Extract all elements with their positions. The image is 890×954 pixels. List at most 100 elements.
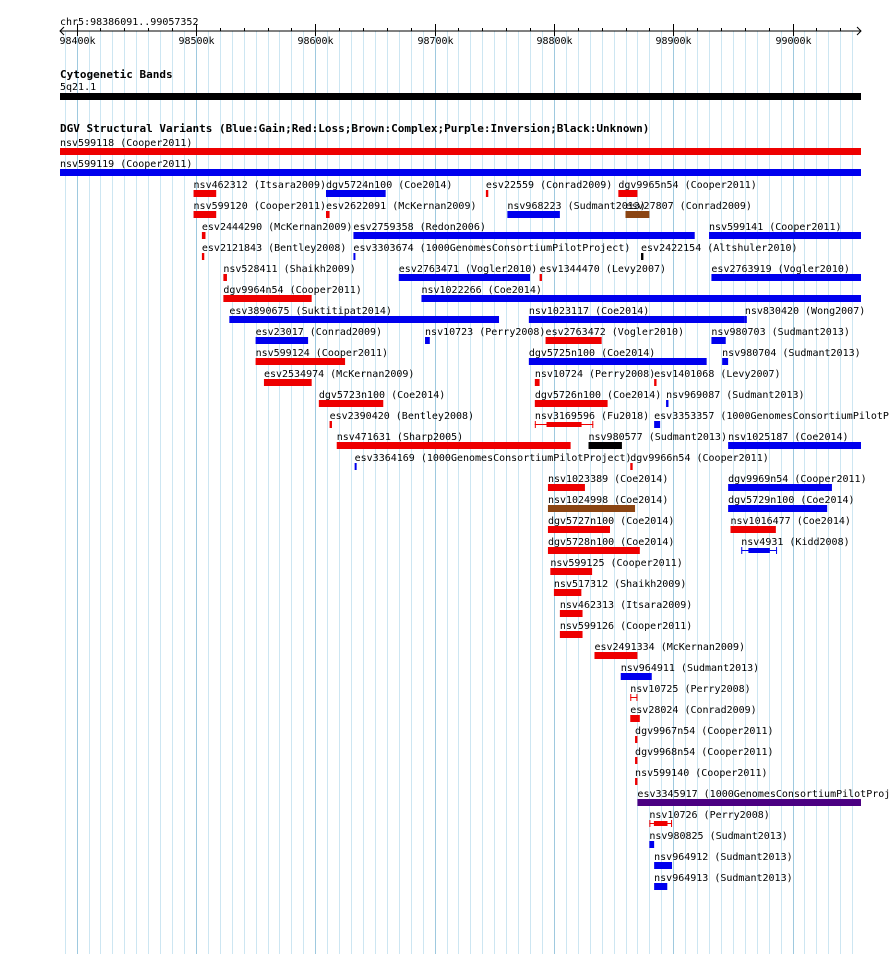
variant-bar [635, 778, 638, 785]
variant-feature[interactable]: nsv599140 (Cooper2011) [635, 768, 768, 785]
variant-label: nsv980577 (Sudmant2013) [589, 432, 727, 443]
variant-bar [539, 274, 542, 281]
variant-feature[interactable]: nsv1023389 (Coe2014) [547, 474, 668, 491]
variant-feature[interactable]: dgv9965n54 (Cooper2011) [618, 180, 757, 197]
variant-feature[interactable]: nsv4931 (Kidd2008) [741, 537, 850, 554]
variant-feature[interactable]: nsv10725 (Perry2008) [630, 684, 751, 701]
variant-feature[interactable]: nsv599118 (Cooper2011) [60, 138, 861, 155]
variant-feature[interactable]: esv2763919 (Vogler2010) [711, 264, 861, 281]
variant-bar [425, 337, 430, 344]
variant-feature[interactable]: nsv1025187 (Coe2014) [728, 432, 861, 449]
variant-feature[interactable]: nsv10723 (Perry2008) [425, 327, 545, 344]
variant-feature[interactable]: esv3303674 (1000GenomesConsortiumPilotPr… [353, 243, 630, 260]
variant-feature[interactable]: dgv5724n100 (Coe2014) [325, 180, 452, 197]
ruler-tick-label: 98800k [536, 36, 572, 47]
cytoband-bar[interactable] [60, 93, 861, 100]
variant-feature[interactable]: nsv599124 (Cooper2011) [255, 348, 388, 365]
variant-label: nsv1024998 (Coe2014) [548, 495, 668, 506]
variant-label: nsv517312 (Shaikh2009) [554, 579, 686, 590]
variant-bar [649, 841, 655, 848]
variant-feature[interactable]: esv3353357 (1000GenomesConsortiumPilotPr… [654, 411, 890, 428]
variant-bar [637, 799, 861, 806]
variant-feature[interactable]: esv3345917 (1000GenomesConsortiumPilotPr… [637, 789, 890, 806]
variant-feature[interactable]: nsv599125 (Cooper2011) [550, 558, 683, 575]
variant-feature[interactable]: esv2444290 (McKernan2009) [201, 222, 353, 239]
variant-bar [60, 148, 861, 155]
variant-label: esv2534974 (McKernan2009) [264, 369, 415, 380]
variant-bar [485, 190, 489, 197]
variant-feature[interactable]: nsv1023117 (Coe2014) [528, 306, 745, 323]
variant-label: esv1401068 (Levy2007) [654, 369, 780, 380]
variant-bar [193, 190, 217, 197]
variant-label: esv2422154 (Altshuler2010) [641, 243, 798, 254]
variant-bar [201, 232, 206, 239]
variant-label: dgv9967n54 (Cooper2011) [635, 726, 773, 737]
variant-bar [588, 442, 622, 449]
variant-feature[interactable]: dgv9967n54 (Cooper2011) [635, 726, 774, 743]
variant-label: dgv9965n54 (Cooper2011) [618, 180, 756, 191]
variant-feature[interactable]: nsv599119 (Cooper2011) [60, 159, 861, 176]
variant-feature[interactable]: esv2759358 (Redon2006) [353, 222, 695, 239]
variant-feature[interactable]: nsv1022266 (Coe2014) [421, 285, 861, 302]
variant-label: nsv10726 (Perry2008) [649, 810, 769, 821]
variant-feature[interactable]: nsv1024998 (Coe2014) [547, 495, 668, 512]
variant-feature[interactable]: dgv5728n100 (Coe2014) [547, 537, 674, 554]
variant-feature[interactable]: esv22559 (Conrad2009) [485, 180, 612, 197]
variant-feature[interactable]: esv2763471 (Vogler2010) [398, 264, 537, 281]
variant-label: esv2622091 (McKernan2009) [326, 201, 477, 212]
variant-feature[interactable]: nsv462312 (Itsara2009) [193, 180, 326, 197]
variant-feature[interactable]: nsv980577 (Sudmant2013) [588, 432, 727, 449]
variant-feature[interactable]: nsv517312 (Shaikh2009) [553, 579, 686, 596]
variant-feature[interactable]: dgv5727n100 (Coe2014) [547, 516, 674, 533]
ruler-tick-label: 98500k [178, 36, 214, 47]
variant-label: nsv980703 (Sudmant2013) [711, 327, 849, 338]
variant-feature[interactable]: dgv5726n100 (Coe2014) [534, 390, 661, 407]
variant-feature[interactable]: esv2491334 (McKernan2009) [594, 642, 745, 659]
variant-feature[interactable]: nsv980703 (Sudmant2013) [711, 327, 850, 344]
variant-feature[interactable]: dgv9969n54 (Cooper2011) [728, 474, 867, 491]
variant-feature[interactable]: nsv599120 (Cooper2011) [193, 201, 326, 218]
variant-bar [730, 526, 776, 533]
variant-feature[interactable]: dgv9966n54 (Cooper2011) [630, 453, 769, 470]
variant-feature[interactable]: nsv1016477 (Coe2014) [730, 516, 851, 533]
variant-feature[interactable]: nsv528411 (Shaikh2009) [223, 264, 356, 281]
ruler-tick-label: 99000k [775, 36, 811, 47]
variant-feature[interactable]: nsv980825 (Sudmant2013) [649, 831, 788, 848]
variant-bar [421, 295, 861, 302]
variant-feature[interactable]: esv27807 (Conrad2009) [625, 201, 752, 218]
variant-feature[interactable]: nsv3169596 (Fu2018) [534, 411, 649, 428]
variant-bar [229, 316, 500, 323]
variant-feature[interactable]: dgv5729n100 (Coe2014) [728, 495, 855, 512]
variant-feature[interactable]: nsv599141 (Cooper2011) [709, 222, 861, 239]
variant-feature[interactable]: esv2422154 (Altshuler2010) [641, 243, 798, 260]
variant-feature[interactable]: dgv5725n100 (Coe2014) [528, 348, 707, 365]
variant-bar [641, 253, 644, 260]
variant-feature[interactable]: nsv471631 (Sharp2005) [336, 432, 571, 449]
variant-feature[interactable]: esv2121843 (Bentley2008) [201, 243, 347, 260]
variant-bar [60, 169, 861, 176]
variant-feature[interactable]: dgv9964n54 (Cooper2011) [223, 285, 362, 302]
variant-feature[interactable]: nsv964912 (Sudmant2013) [654, 852, 793, 869]
variant-feature[interactable]: nsv830420 (Wong2007) [744, 306, 865, 323]
variant-bar [728, 505, 828, 512]
variant-core-bar [546, 422, 582, 427]
variant-label: nsv599140 (Cooper2011) [635, 768, 767, 779]
variant-bar [654, 379, 657, 386]
variant-bar [711, 274, 861, 281]
variant-bar [353, 232, 695, 239]
variant-feature[interactable]: dgv5723n100 (Coe2014) [318, 390, 445, 407]
variant-bar [325, 211, 330, 218]
variant-feature[interactable]: nsv969087 (Sudmant2013) [666, 390, 805, 407]
variant-label: esv2763472 (Vogler2010) [546, 327, 684, 338]
variant-label: nsv599120 (Cooper2011) [194, 201, 326, 212]
variant-label: dgv9966n54 (Cooper2011) [630, 453, 768, 464]
variant-feature[interactable]: nsv964913 (Sudmant2013) [654, 873, 793, 890]
variant-bar [728, 442, 861, 449]
variant-feature[interactable]: dgv9968n54 (Cooper2011) [635, 747, 774, 764]
variant-feature[interactable]: esv2622091 (McKernan2009) [325, 201, 477, 218]
variant-label: dgv5729n100 (Coe2014) [728, 495, 854, 506]
variant-label: esv2121843 (Bentley2008) [202, 243, 347, 254]
variant-label: esv3345917 (1000GenomesConsortiumPilotPr… [637, 789, 890, 800]
variant-feature[interactable]: nsv964911 (Sudmant2013) [620, 663, 759, 680]
variant-feature[interactable]: nsv980704 (Sudmant2013) [722, 348, 861, 365]
